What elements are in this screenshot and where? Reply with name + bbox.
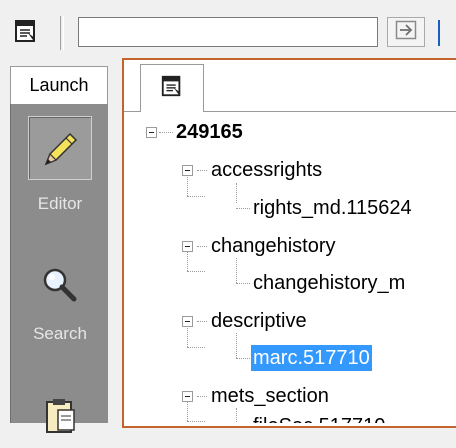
collapse-toggle[interactable] <box>182 391 193 402</box>
collapse-toggle[interactable] <box>182 316 193 327</box>
tree-node-descriptive[interactable]: descriptive <box>211 308 307 334</box>
magnifier-icon <box>28 254 92 318</box>
collapse-toggle[interactable] <box>182 165 193 176</box>
clipboard-icon <box>28 384 92 448</box>
tree-node-changehistory[interactable]: changehistory <box>211 233 336 259</box>
tree-connector <box>197 321 207 322</box>
tree-connector <box>187 271 205 272</box>
tree-connector <box>187 196 205 197</box>
tree-node-accessrights[interactable]: accessrights <box>211 157 322 183</box>
toolbar <box>0 0 456 58</box>
tree-connector <box>236 208 250 209</box>
collapse-toggle[interactable] <box>146 127 157 138</box>
tree-connector <box>197 246 207 247</box>
tree-connector <box>236 408 237 423</box>
launch-panel: Editor Search <box>10 104 108 433</box>
document-icon <box>160 74 184 103</box>
toolbar-next-item <box>438 20 454 46</box>
launch-search-label: Search <box>33 324 87 343</box>
tree-node-filesec[interactable]: fileSec.517710 <box>253 413 385 423</box>
collapse-toggle[interactable] <box>182 241 193 252</box>
tree-connector <box>197 170 207 171</box>
tree-connector <box>197 396 207 397</box>
tree-connector <box>187 347 205 348</box>
tree-connector <box>236 183 237 203</box>
address-input[interactable] <box>78 17 378 47</box>
pencil-icon <box>28 116 92 180</box>
tree-root-node[interactable]: 249165 <box>176 119 243 145</box>
tree-view: 249165 accessrights rights_md.115624 cha… <box>124 113 456 423</box>
launch-editor-label: Editor <box>37 194 83 213</box>
tree-connector <box>236 258 237 283</box>
document-icon <box>13 18 39 49</box>
tree-node-mets-section[interactable]: mets_section <box>211 383 329 409</box>
tree-connector <box>236 283 250 284</box>
tree-node-changehistory-md[interactable]: changehistory_m <box>253 270 405 296</box>
document-toolbar-button[interactable] <box>6 14 46 52</box>
tree-connector <box>236 333 237 358</box>
toolbar-separator <box>60 16 64 50</box>
tree-connector <box>187 421 205 422</box>
launch-tab[interactable]: Launch <box>10 66 108 104</box>
tab-document[interactable] <box>140 64 204 112</box>
tree-connector <box>236 358 250 359</box>
arrow-right-icon <box>395 20 417 45</box>
tree-node-marc-selected[interactable]: marc.517710 <box>251 345 372 371</box>
tree-node-rights-md[interactable]: rights_md.115624 <box>253 195 412 221</box>
tree-connector <box>159 132 173 133</box>
go-button[interactable] <box>387 17 425 47</box>
